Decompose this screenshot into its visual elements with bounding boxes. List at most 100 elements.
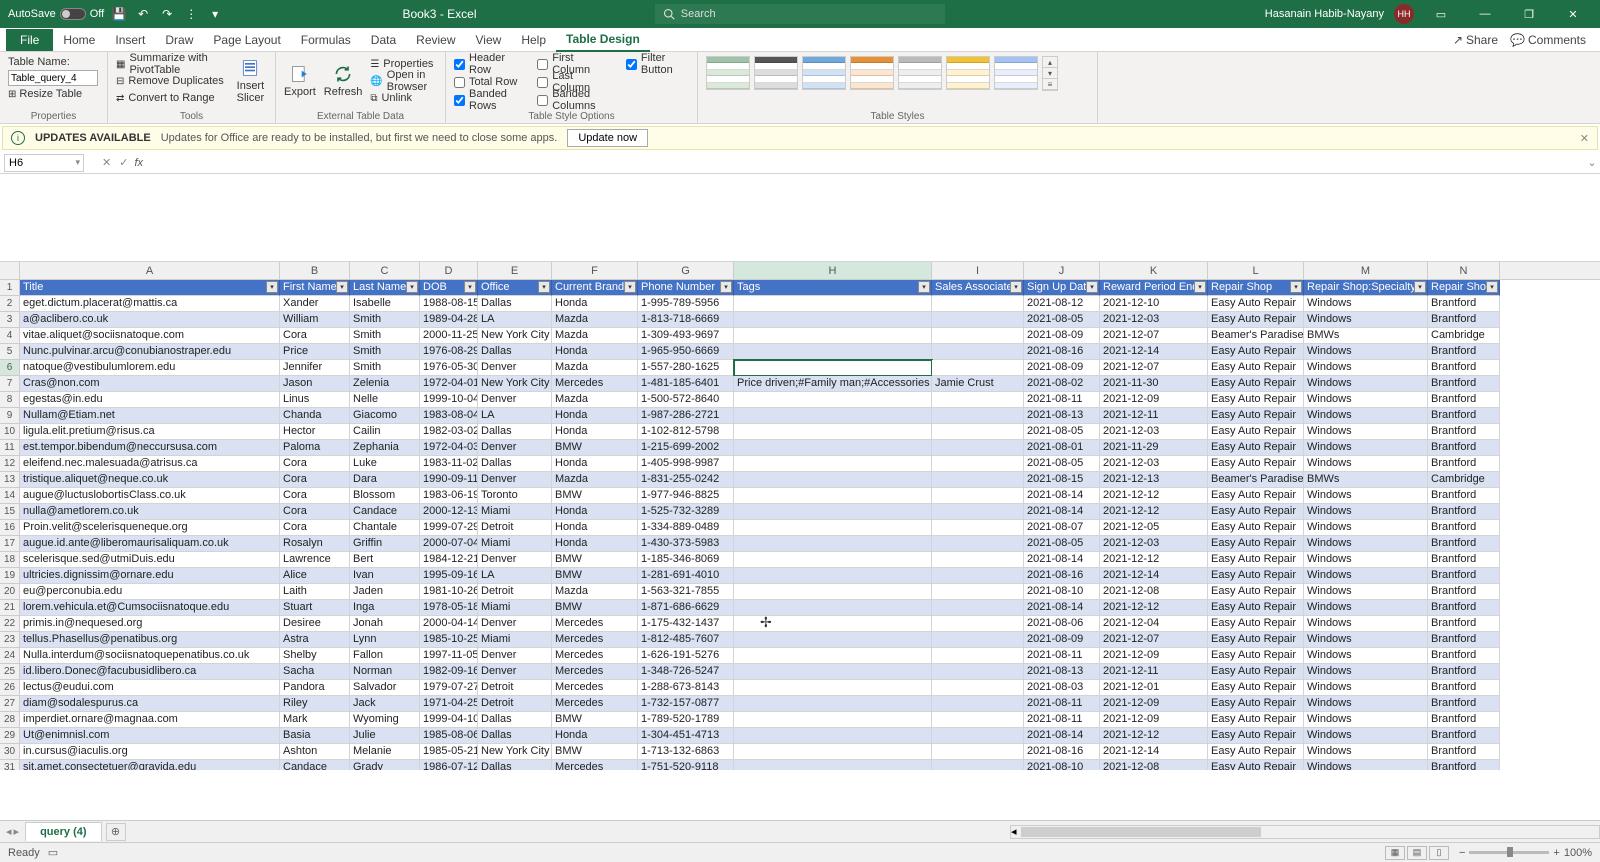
cell[interactable]: Windows [1304, 440, 1428, 456]
cell[interactable] [932, 504, 1024, 520]
cell[interactable] [734, 584, 932, 600]
cell[interactable]: Easy Auto Repair [1208, 392, 1304, 408]
cell[interactable]: 1-525-732-3289 [638, 504, 734, 520]
cell[interactable]: 1979-07-27 [420, 680, 478, 696]
cell[interactable]: 1976-08-29 [420, 344, 478, 360]
cell[interactable] [932, 536, 1024, 552]
user-name[interactable]: Hasanain Habib-Nayany [1265, 8, 1384, 20]
cell[interactable]: 2021-11-29 [1100, 440, 1208, 456]
row-header[interactable]: 29 [0, 728, 20, 744]
filter-dropdown-icon[interactable]: ▾ [1290, 281, 1302, 293]
cell[interactable]: Easy Auto Repair [1208, 696, 1304, 712]
cell[interactable] [932, 664, 1024, 680]
touch-mode-icon[interactable]: ⋮ [182, 5, 200, 23]
export-button[interactable]: Export [284, 56, 316, 106]
cell[interactable]: New York City [478, 376, 552, 392]
cell[interactable]: Detroit [478, 680, 552, 696]
row-header[interactable]: 30 [0, 744, 20, 760]
cell[interactable]: Miami [478, 536, 552, 552]
cell[interactable]: Cora [280, 504, 350, 520]
cell[interactable]: 2021-12-14 [1100, 744, 1208, 760]
column-header[interactable]: I [932, 262, 1024, 279]
cell[interactable]: 1990-09-11 [420, 472, 478, 488]
column-header[interactable]: J [1024, 262, 1100, 279]
cell[interactable]: Brantford [1428, 616, 1500, 632]
cell[interactable]: LA [478, 568, 552, 584]
cancel-formula-icon[interactable]: ✕ [102, 156, 111, 169]
cell[interactable] [932, 296, 1024, 312]
cell[interactable]: 2021-08-16 [1024, 344, 1100, 360]
cell[interactable]: 2021-08-12 [1024, 296, 1100, 312]
cell[interactable]: Denver [478, 360, 552, 376]
cell[interactable]: egestas@in.edu [20, 392, 280, 408]
zoom-in-icon[interactable]: + [1553, 847, 1559, 859]
row-header[interactable]: 21 [0, 600, 20, 616]
cell[interactable]: Blossom [350, 488, 420, 504]
cell[interactable]: Easy Auto Repair [1208, 456, 1304, 472]
cell[interactable]: Basia [280, 728, 350, 744]
cell[interactable]: 1-348-726-5247 [638, 664, 734, 680]
cell[interactable]: Julie [350, 728, 420, 744]
cell[interactable]: Mazda [552, 360, 638, 376]
cell[interactable] [932, 456, 1024, 472]
filter-dropdown-icon[interactable]: ▾ [538, 281, 550, 293]
filter-dropdown-icon[interactable]: ▾ [1486, 281, 1498, 293]
cell[interactable]: Windows [1304, 552, 1428, 568]
cell[interactable]: Brantford [1428, 440, 1500, 456]
cell[interactable] [932, 520, 1024, 536]
cell[interactable]: 1985-05-21 [420, 744, 478, 760]
convert-to-range-button[interactable]: ⇄ Convert to Range [116, 90, 226, 106]
cell[interactable]: 2021-08-01 [1024, 440, 1100, 456]
table-style-swatch[interactable] [850, 56, 894, 90]
cell[interactable]: Honda [552, 296, 638, 312]
cell[interactable]: Dallas [478, 712, 552, 728]
row-header[interactable]: 3 [0, 312, 20, 328]
cell[interactable]: Bert [350, 552, 420, 568]
cell[interactable] [734, 408, 932, 424]
cell[interactable]: 2021-08-07 [1024, 520, 1100, 536]
cell[interactable] [932, 424, 1024, 440]
cell[interactable]: Nullam@Etiam.net [20, 408, 280, 424]
cell[interactable]: 2021-08-14 [1024, 488, 1100, 504]
cell[interactable]: 1999-10-04 [420, 392, 478, 408]
cell[interactable]: Cailin [350, 424, 420, 440]
cell[interactable]: Windows [1304, 584, 1428, 600]
enter-formula-icon[interactable]: ✓ [119, 156, 128, 169]
cell[interactable]: 2000-12-13 [420, 504, 478, 520]
cell[interactable]: 2021-12-09 [1100, 648, 1208, 664]
filter-dropdown-icon[interactable]: ▾ [1414, 281, 1426, 293]
tab-file[interactable]: File [6, 29, 53, 51]
cell[interactable]: Easy Auto Repair [1208, 584, 1304, 600]
tab-home[interactable]: Home [53, 29, 105, 51]
cell[interactable]: Rosalyn [280, 536, 350, 552]
cell[interactable]: Zelenia [350, 376, 420, 392]
cell[interactable] [932, 632, 1024, 648]
tab-data[interactable]: Data [361, 29, 406, 51]
cell[interactable]: Honda [552, 728, 638, 744]
cell[interactable]: Miami [478, 504, 552, 520]
cell[interactable] [734, 296, 932, 312]
cell[interactable]: Windows [1304, 680, 1428, 696]
cell[interactable]: Cambridge [1428, 328, 1500, 344]
cell[interactable] [734, 504, 932, 520]
cell[interactable]: 1-304-451-4713 [638, 728, 734, 744]
cell[interactable]: 1-430-373-5983 [638, 536, 734, 552]
cell[interactable] [734, 488, 932, 504]
cell[interactable]: Brantford [1428, 424, 1500, 440]
cell[interactable] [734, 424, 932, 440]
cell[interactable]: Norman [350, 664, 420, 680]
cell[interactable]: Easy Auto Repair [1208, 424, 1304, 440]
cell[interactable]: Smith [350, 312, 420, 328]
cell[interactable]: Brantford [1428, 376, 1500, 392]
qat-more-icon[interactable]: ▾ [206, 5, 224, 23]
cell[interactable]: Brantford [1428, 632, 1500, 648]
cell[interactable]: Ivan [350, 568, 420, 584]
column-header[interactable]: L [1208, 262, 1304, 279]
cell[interactable]: Brantford [1428, 312, 1500, 328]
cell[interactable]: 2021-12-01 [1100, 680, 1208, 696]
cell[interactable]: Windows [1304, 760, 1428, 770]
cell[interactable]: Melanie [350, 744, 420, 760]
table-header-cell[interactable]: Sign Up Date▾ [1024, 280, 1100, 296]
column-header[interactable]: D [420, 262, 478, 279]
cell[interactable]: 1982-09-16 [420, 664, 478, 680]
